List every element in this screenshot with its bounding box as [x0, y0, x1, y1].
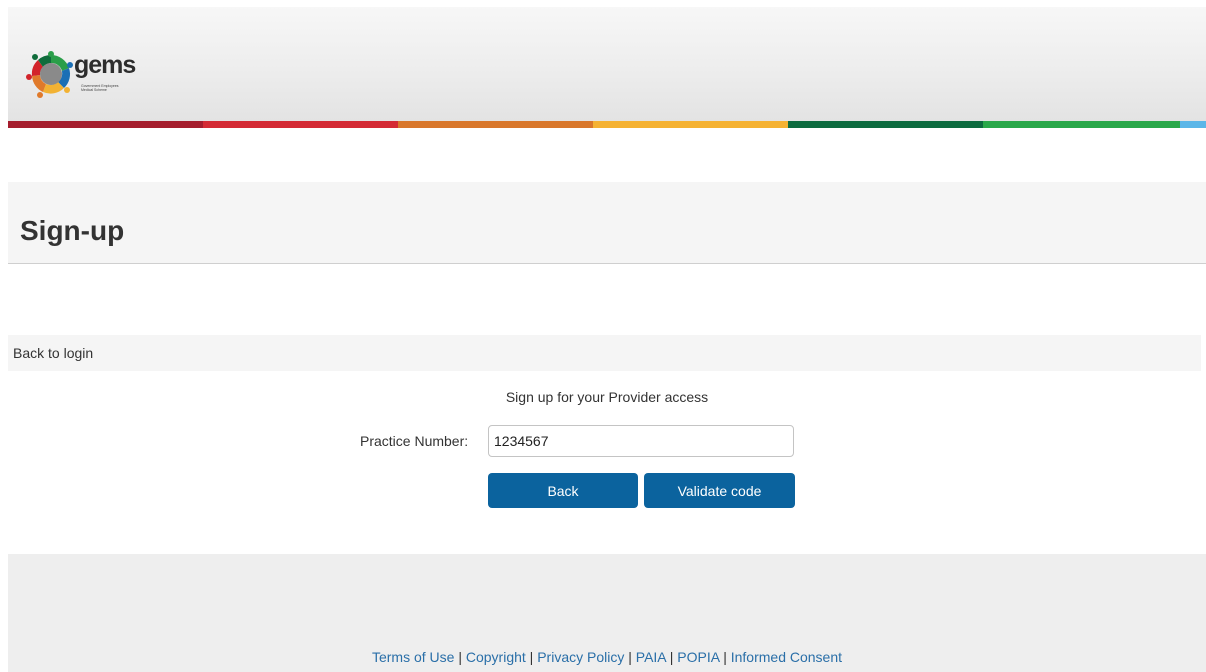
color-bar-segment	[398, 121, 593, 128]
site-footer: Terms of Use | Copyright | Privacy Polic…	[8, 554, 1206, 672]
logo-subtext: Government Employees Medical Scheme	[81, 84, 119, 92]
color-bar-segment	[983, 121, 1180, 128]
practice-number-label: Practice Number:	[360, 433, 469, 449]
color-bar-segment	[788, 121, 983, 128]
footer-separator: |	[458, 649, 462, 665]
site-header: gems Government Employees Medical Scheme	[8, 7, 1206, 121]
color-bar-segment	[1180, 121, 1206, 128]
gems-logo-mark-icon	[26, 51, 73, 98]
paia-link[interactable]: PAIA	[636, 649, 666, 665]
color-bar-segment	[203, 121, 398, 128]
back-button[interactable]: Back	[488, 473, 638, 508]
color-bar-segment	[8, 121, 203, 128]
page-title: Sign-up	[20, 215, 125, 246]
privacy-policy-link[interactable]: Privacy Policy	[537, 649, 624, 665]
gems-logo[interactable]: gems Government Employees Medical Scheme	[26, 50, 144, 100]
footer-separator: |	[669, 649, 674, 665]
back-to-login-bar: Back to login	[8, 335, 1201, 371]
form-heading: Sign up for your Provider access	[505, 389, 709, 405]
popia-link[interactable]: POPIA	[677, 649, 719, 665]
copyright-link[interactable]: Copyright	[466, 649, 526, 665]
practice-number-input[interactable]	[488, 425, 794, 457]
title-band: Sign-up	[8, 182, 1206, 264]
footer-links: Terms of Use | Copyright | Privacy Polic…	[8, 648, 1206, 666]
page: gems Government Employees Medical Scheme…	[8, 7, 1206, 672]
terms-of-use-link[interactable]: Terms of Use	[372, 649, 454, 665]
footer-separator: |	[529, 649, 534, 665]
validate-code-button[interactable]: Validate code	[644, 473, 795, 508]
logo-wordmark: gems	[74, 51, 136, 79]
informed-consent-link[interactable]: Informed Consent	[731, 649, 842, 665]
footer-separator: |	[628, 649, 632, 665]
brand-color-bar	[8, 121, 1206, 128]
footer-separator: |	[723, 649, 727, 665]
back-to-login-link[interactable]: Back to login	[13, 345, 93, 361]
color-bar-segment	[593, 121, 788, 128]
